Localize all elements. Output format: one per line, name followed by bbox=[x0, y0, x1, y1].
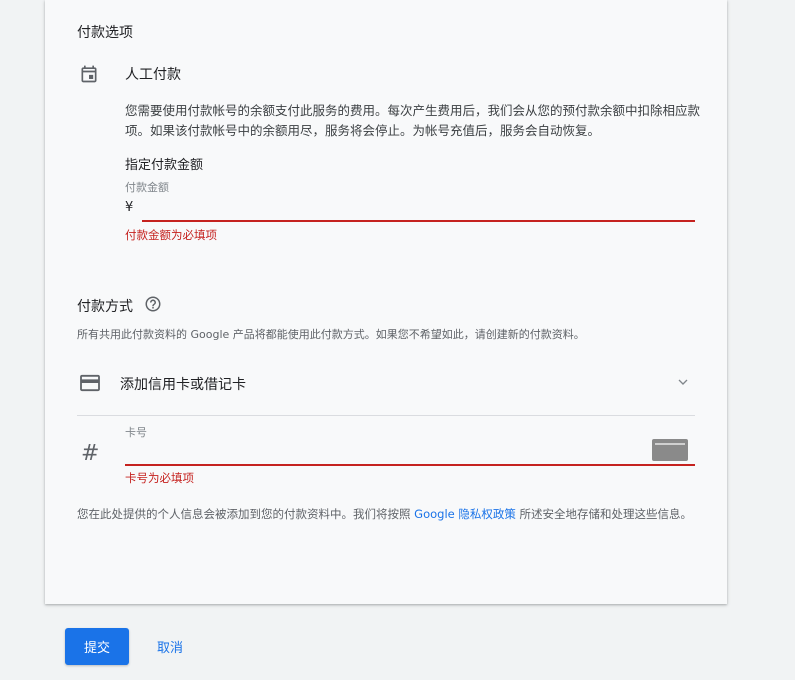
amount-input[interactable] bbox=[142, 196, 695, 222]
payment-options-title: 付款选项 bbox=[77, 25, 133, 41]
help-circle-icon[interactable] bbox=[144, 295, 162, 313]
hash-icon: # bbox=[81, 441, 100, 466]
chevron-down-icon bbox=[678, 379, 688, 385]
privacy-policy-link[interactable]: Google 隐私权政策 bbox=[414, 507, 516, 521]
card-number-input[interactable] bbox=[125, 436, 695, 466]
credit-card-icon bbox=[80, 374, 100, 392]
currency-symbol: ¥ bbox=[125, 200, 134, 215]
amount-error-message: 付款金额为必填项 bbox=[125, 228, 217, 242]
privacy-notice-suffix: 所述安全地存储和处理这些信息。 bbox=[515, 507, 693, 521]
amount-field-label: 付款金额 bbox=[125, 181, 169, 194]
add-card-label: 添加信用卡或借记卡 bbox=[120, 377, 246, 393]
cancel-button[interactable]: 取消 bbox=[148, 628, 192, 665]
payment-method-title: 付款方式 bbox=[77, 299, 133, 315]
privacy-notice-prefix: 您在此处提供的个人信息会被添加到您的付款资料中。我们将按照 bbox=[77, 507, 415, 521]
manual-payment-title: 人工付款 bbox=[125, 67, 181, 83]
manual-payment-description: 您需要使用付款帐号的余额支付此服务的费用。每次产生费用后，我们会从您的预付款余额… bbox=[125, 103, 701, 138]
payment-method-description: 所有共用此付款资料的 Google 产品将都能使用此付款方式。如果您不希望如此，… bbox=[77, 328, 585, 341]
amount-section-title: 指定付款金额 bbox=[125, 158, 204, 173]
calendar-icon bbox=[81, 65, 97, 83]
privacy-notice: 您在此处提供的个人信息会被添加到您的付款资料中。我们将按照 Google 隐私权… bbox=[77, 505, 697, 523]
submit-button[interactable]: 提交 bbox=[65, 628, 129, 665]
generic-card-icon bbox=[652, 439, 688, 461]
card-number-error-message: 卡号为必填项 bbox=[125, 471, 194, 485]
add-card-dropdown[interactable]: 添加信用卡或借记卡 bbox=[77, 362, 695, 416]
payment-form-card: 付款选项 人工付款 您需要使用付款帐号的余额支付此服务的费用。每次产生费用后，我… bbox=[45, 0, 727, 604]
